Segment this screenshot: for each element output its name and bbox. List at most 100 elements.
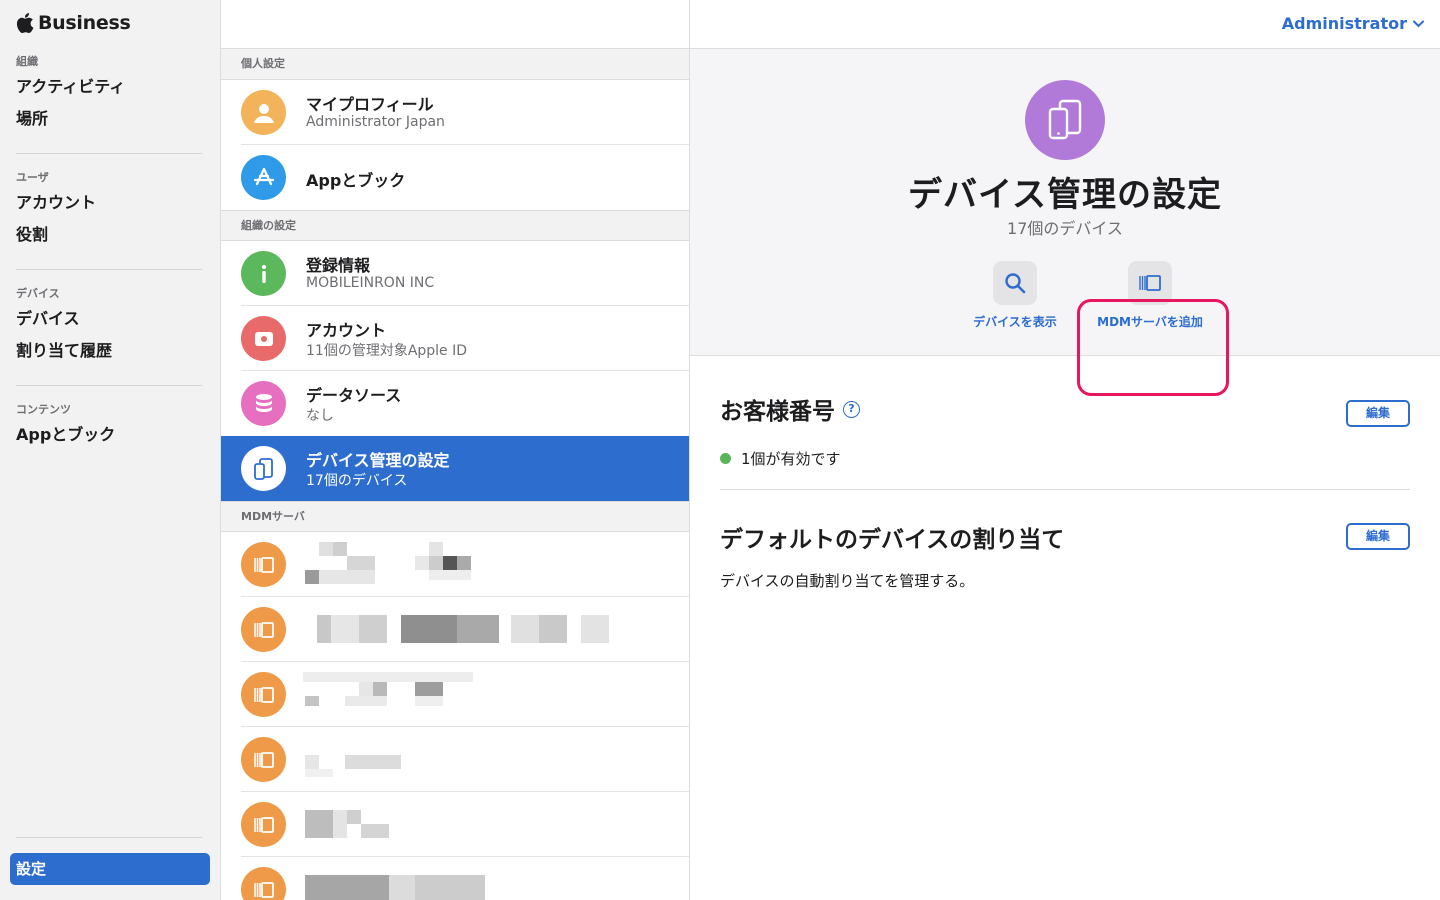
mdm-server-row[interactable] [221,597,689,662]
mdm-server-icon [241,802,286,847]
detail-pane: Administrator デバイス管理の設定 17個のデバイス デバイスを表示 [690,0,1440,900]
default-assignment-section: デフォルトのデバイスの割り当て 編集 [720,520,1410,554]
list-item-title: デバイス管理の設定 [306,451,450,470]
nav-item-apps-books[interactable]: Appとブック [16,420,202,452]
list-item-registration[interactable]: 登録情報 MOBILEINRON INC [221,241,689,306]
mdm-server-icon [241,867,286,900]
divider [720,489,1410,490]
redacted-server-name [305,542,471,584]
user-menu[interactable]: Administrator [1282,14,1424,33]
mdm-server-row[interactable] [221,792,689,857]
nav-heading: ユーザ [16,171,49,184]
redacted-server-name [305,755,401,777]
add-mdm-server-button[interactable]: MDMサーバを追加 [1095,261,1205,330]
devices-icon [1025,80,1105,160]
apple-logo-icon [16,13,34,33]
group-heading-organization: 組織の設定 [221,210,689,241]
app-store-icon [241,155,286,200]
nav-section-devices: デバイス デバイス 割り当て履歴 [16,284,202,368]
action-label: MDMサーバを追加 [1097,315,1203,329]
mdm-server-icon [241,542,286,587]
status-dot-icon [720,453,731,464]
action-icon-box [993,261,1037,305]
list-item-title: データソース [306,386,402,405]
list-item-subtitle: 11個の管理対象Apple ID [306,343,468,359]
customer-number-status: 1個が有効です [720,448,1410,469]
redacted-server-name [305,875,485,900]
sidebar: Business 組織 アクティビティ 場所 ユーザ アカウント 役割 デバイス… [0,0,221,900]
show-devices-button[interactable]: デバイスを表示 [960,261,1070,330]
nav-item-locations[interactable]: 場所 [16,104,202,136]
mdm-server-icon [241,672,286,717]
help-icon[interactable]: ? [843,400,860,418]
edit-button[interactable]: 編集 [1346,523,1410,550]
nav-item-activity[interactable]: アクティビティ [16,72,202,104]
person-icon [241,90,286,135]
description-text: デバイスの自動割り当てを管理する。 [720,572,975,590]
default-assignment-description: デバイスの自動割り当てを管理する。 [720,570,1410,591]
top-bar: Administrator [690,0,1440,49]
mdm-server-row[interactable] [221,857,689,900]
chevron-down-icon [1413,20,1424,27]
list-item-apps-books[interactable]: Appとブック [221,145,689,210]
section-title: お客様番号 ? [720,392,1410,426]
mdm-server-row[interactable] [221,532,689,597]
list-item-title: Appとブック [306,171,406,190]
list-item-device-management[interactable]: デバイス管理の設定 17個のデバイス [221,436,689,501]
detail-header: デバイス管理の設定 17個のデバイス デバイスを表示 MDMサーバを追加 [690,49,1440,396]
nav-item-roles[interactable]: 役割 [16,220,202,252]
page-title: デバイス管理の設定 [908,175,1222,215]
devices-icon [241,446,286,491]
mdm-server-icon [1139,275,1161,291]
account-card-icon [241,316,286,361]
list-item-subtitle: なし [306,408,334,424]
divider [16,837,202,838]
page-subtitle: 17個のデバイス [1007,219,1123,238]
list-toolbar [221,0,689,49]
status-text: 1個が有効です [741,450,841,468]
section-title: デフォルトのデバイスの割り当て [720,520,1410,554]
list-item-subtitle: 17個のデバイス [306,473,408,489]
section-title-text: お客様番号 [720,399,835,425]
nav-heading: コンテンツ [16,403,71,416]
list-item-my-profile[interactable]: マイプロフィール Administrator Japan [221,80,689,145]
list-item-accounts[interactable]: アカウント 11個の管理対象Apple ID [221,306,689,371]
settings-list: 個人設定 マイプロフィール Administrator Japan Appとブッ… [221,0,690,900]
mdm-server-row[interactable] [221,727,689,792]
app-brand[interactable]: Business [16,12,131,34]
group-heading-personal: 個人設定 [221,49,689,80]
brand-name: Business [38,12,131,34]
nav-item-settings[interactable]: 設定 [10,853,210,885]
status-line: 1個が有効です [720,448,1410,469]
list-item-data-source[interactable]: データソース なし [221,371,689,436]
nav-section-organization: 組織 アクティビティ 場所 [16,52,202,136]
nav-section-content: コンテンツ Appとブック [16,400,202,452]
divider [16,153,202,154]
group-heading-mdm: MDMサーバ [221,501,689,532]
list-item-title: 登録情報 [306,256,371,275]
redacted-server-name [305,810,389,838]
search-icon [1005,273,1026,294]
edit-button[interactable]: 編集 [1346,400,1410,427]
list-item-subtitle: MOBILEINRON INC [306,275,435,291]
mdm-server-icon [241,737,286,782]
list-item-subtitle: Administrator Japan [306,114,445,130]
nav-item-assignment-history[interactable]: 割り当て履歴 [16,336,202,368]
action-label: デバイスを表示 [973,315,1057,329]
user-menu-label: Administrator [1281,14,1407,33]
action-icon-box [1128,261,1172,305]
divider [16,385,202,386]
database-icon [241,381,286,426]
list-item-title: マイプロフィール [306,95,434,114]
nav-item-devices[interactable]: デバイス [16,304,202,336]
info-icon [241,251,286,296]
redacted-server-name [303,672,473,706]
customer-number-section: お客様番号 ? 編集 [720,392,1410,427]
nav-item-accounts[interactable]: アカウント [16,188,202,220]
nav-heading: 組織 [16,55,38,68]
redacted-server-name [317,615,609,643]
list-item-title: アカウント [306,321,387,340]
mdm-server-icon [241,607,286,652]
mdm-server-row[interactable] [221,662,689,727]
section-title-text: デフォルトのデバイスの割り当て [720,527,1065,553]
